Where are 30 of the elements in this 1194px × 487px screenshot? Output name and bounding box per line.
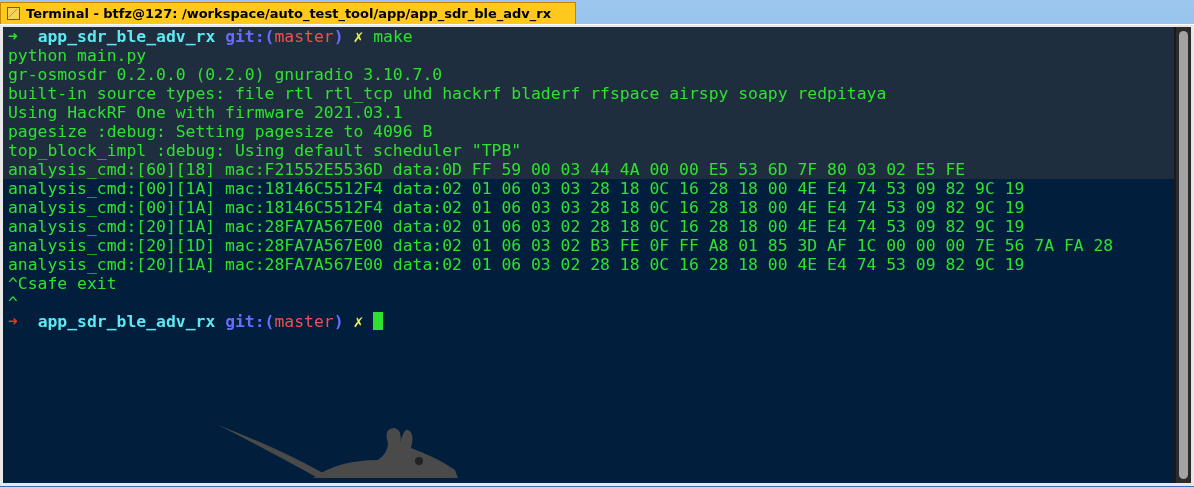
git-label: git:( (225, 312, 275, 331)
directory-name: app_sdr_ble_adv_rx (37, 312, 216, 331)
output-line: built-in source types: file rtl rtl_tcp uhd hackrf bladerf rfspace airspy soapy redpitaya (8, 84, 888, 103)
output-line: analysis_cmd:[20][1D] mac:28FA7A567E00 data:02 01 06 03 02 B3 FE 0F FF A8 01 85 3D AF 1C 00 00 00 7E 56 7A FA 28 (8, 236, 1115, 255)
output-line: analysis_cmd:[60][18] mac:F21552E5536D data:0D FF 59 00 03 44 4A 00 00 E5 53 6D 7F 80 03 02 E5 FE (8, 160, 967, 179)
git-label-end: ) (333, 27, 344, 46)
output-line: pagesize :debug: Setting pagesize to 4096 B (8, 122, 434, 141)
status-arrow: ➜ (8, 27, 18, 46)
branch-name: master (274, 312, 334, 331)
branch-name: master (274, 27, 334, 46)
output-line: Using HackRF One with firmware 2021.03.1 (8, 103, 404, 122)
status-arrow: ➜ (8, 312, 18, 331)
output-line: analysis_cmd:[00][1A] mac:18146C5512F4 data:02 01 06 03 03 28 18 0C 16 28 18 00 4E E4 74 53 09 82 9C 19 (8, 198, 1026, 217)
window-icon (7, 7, 20, 20)
git-label-end: ) (333, 312, 344, 331)
directory-name: app_sdr_ble_adv_rx (37, 27, 216, 46)
dirty-mark: ✗ (353, 27, 364, 46)
output-line: gr-osmosdr 0.2.0.0 (0.2.0) gnuradio 3.10.7.0 (8, 65, 444, 84)
command-text: make (373, 27, 413, 46)
output-line: analysis_cmd:[20][1A] mac:28FA7A567E00 data:02 01 06 03 02 28 18 0C 16 28 18 00 4E E4 74 53 09 82 9C 19 (8, 255, 1026, 274)
output-line: top_block_impl :debug: Using default scheduler "TPB" (8, 141, 523, 160)
output-line: ^ (8, 293, 19, 312)
output-line: python main.py (8, 46, 148, 65)
output-line: ^Csafe exit (8, 274, 118, 293)
git-label: git:( (225, 27, 275, 46)
output-line: analysis_cmd:[00][1A] mac:18146C5512F4 data:02 01 06 03 03 28 18 0C 16 28 18 00 4E E4 74 53 09 82 9C 19 (8, 179, 1026, 198)
window-title[interactable]: Terminal - btfz@127: /workspace/auto_test_tool/app/app_sdr_ble_adv_rx (0, 2, 577, 24)
output-line: analysis_cmd:[20][1A] mac:28FA7A567E00 data:02 01 06 03 02 28 18 0C 16 28 18 00 4E E4 74 53 09 82 9C 19 (8, 217, 1026, 236)
dirty-mark: ✗ (353, 312, 364, 331)
scrollbar[interactable] (1174, 27, 1191, 483)
